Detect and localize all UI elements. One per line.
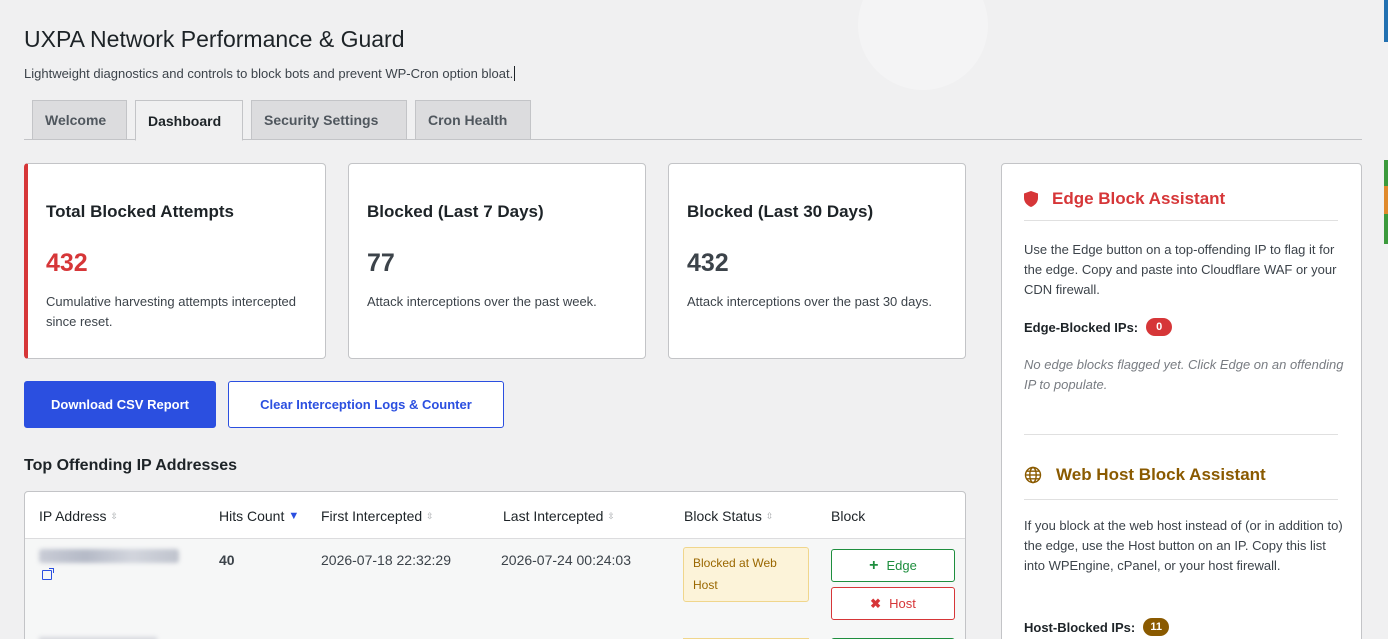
count-badge: 11 bbox=[1143, 618, 1170, 636]
stat-title: Blocked (Last 7 Days) bbox=[367, 202, 544, 221]
shield-icon bbox=[1024, 191, 1038, 207]
hits-count-cell: 40 bbox=[219, 552, 235, 568]
tab-bar: Welcome Dashboard Security Settings Cron… bbox=[24, 100, 1362, 141]
edge-assistant-description: Use the Edge button on a top-offending I… bbox=[1024, 242, 1337, 297]
stat-title: Total Blocked Attempts bbox=[46, 202, 234, 221]
stat-value: 432 bbox=[46, 249, 88, 277]
edge-strip-green-2 bbox=[1384, 214, 1388, 244]
stat-value: 77 bbox=[367, 249, 395, 277]
column-header-block-status[interactable]: Block Status ⇳ bbox=[684, 508, 773, 524]
tab-cron-health[interactable]: Cron Health bbox=[415, 100, 531, 140]
stat-title: Blocked (Last 30 Days) bbox=[687, 202, 874, 221]
sort-desc-icon: ▼ bbox=[288, 510, 300, 522]
stat-card-7-days: Blocked (Last 7 Days) 77 Attack intercep… bbox=[348, 163, 646, 359]
page-subtitle: Lightweight diagnostics and controls to … bbox=[24, 66, 516, 81]
column-header-ip[interactable]: IP Address ⇳ bbox=[39, 508, 118, 524]
tab-security-settings[interactable]: Security Settings bbox=[251, 100, 407, 140]
close-icon: ✖ bbox=[870, 595, 882, 611]
divider bbox=[1024, 220, 1338, 221]
sort-icon: ⇳ bbox=[765, 510, 774, 521]
column-header-last-intercepted[interactable]: Last Intercepted ⇳ bbox=[503, 508, 615, 524]
section-title-top-offenders: Top Offending IP Addresses bbox=[24, 457, 238, 474]
stat-description: Attack interceptions over the past 30 da… bbox=[687, 294, 932, 309]
globe-icon bbox=[1024, 466, 1042, 484]
decorative-circle bbox=[858, 0, 988, 90]
edge-assistant-heading: Edge Block Assistant bbox=[1024, 189, 1225, 209]
sort-icon: ⇳ bbox=[607, 510, 615, 521]
stat-value: 432 bbox=[687, 249, 729, 277]
edge-strip-green bbox=[1384, 160, 1388, 186]
redacted-ip-address bbox=[39, 549, 179, 563]
column-header-block: Block bbox=[831, 508, 866, 524]
stat-description: Attack interceptions over the past week. bbox=[367, 294, 597, 309]
edge-blocked-count: Edge-Blocked IPs: 0 bbox=[1024, 318, 1173, 336]
edge-empty-state: No edge blocks flagged yet. Click Edge o… bbox=[1024, 357, 1344, 392]
clear-logs-button[interactable]: Clear Interception Logs & Counter bbox=[228, 381, 504, 428]
column-header-hits[interactable]: Hits Count ▼ bbox=[219, 508, 299, 524]
block-assistant-panel: Edge Block Assistant Use the Edge button… bbox=[1001, 163, 1362, 639]
edge-strip-orange bbox=[1384, 186, 1388, 214]
host-block-button[interactable]: ✖ Host bbox=[831, 587, 955, 620]
column-header-first-intercepted[interactable]: First Intercepted ⇳ bbox=[321, 508, 434, 524]
status-badge: Blocked at Web Host bbox=[683, 547, 809, 602]
tab-dashboard[interactable]: Dashboard bbox=[135, 100, 243, 141]
last-intercepted-cell: 2026-07-24 00:24:03 bbox=[501, 552, 631, 568]
divider bbox=[1024, 499, 1338, 500]
stat-description: Cumulative harvesting attempts intercept… bbox=[46, 294, 297, 329]
tab-welcome[interactable]: Welcome bbox=[32, 100, 127, 140]
host-blocked-count: Host-Blocked IPs: 11 bbox=[1024, 618, 1170, 636]
first-intercepted-cell: 2026-07-18 22:32:29 bbox=[321, 552, 451, 568]
download-csv-button[interactable]: Download CSV Report bbox=[24, 381, 216, 428]
stat-card-30-days: Blocked (Last 30 Days) 432 Attack interc… bbox=[668, 163, 966, 359]
external-link-icon[interactable] bbox=[42, 568, 54, 580]
sort-icon: ⇳ bbox=[110, 510, 118, 521]
sort-icon: ⇳ bbox=[426, 510, 434, 521]
page-title: UXPA Network Performance & Guard bbox=[24, 26, 405, 52]
edge-block-button[interactable]: + Edge bbox=[831, 549, 955, 582]
divider bbox=[1024, 434, 1338, 435]
offending-ip-table: IP Address ⇳ Hits Count ▼ First Intercepte… bbox=[24, 491, 966, 639]
plus-icon: + bbox=[869, 556, 879, 574]
host-assistant-description: If you block at the web host instead of … bbox=[1024, 518, 1343, 573]
count-badge: 0 bbox=[1146, 318, 1173, 336]
host-assistant-heading: Web Host Block Assistant bbox=[1024, 465, 1266, 485]
stat-card-total: Total Blocked Attempts 432 Cumulative ha… bbox=[24, 163, 326, 359]
edge-strip-blue bbox=[1384, 0, 1388, 42]
